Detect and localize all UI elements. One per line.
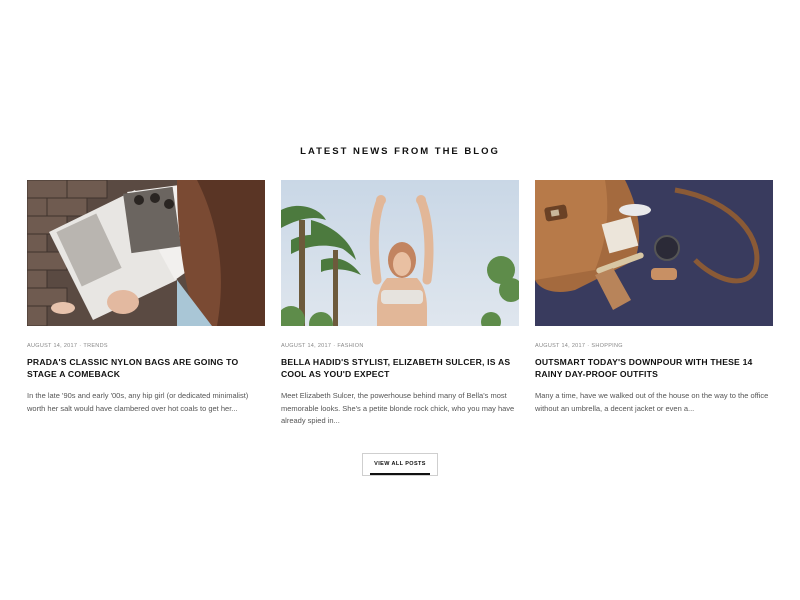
post-excerpt: Many a time, have we walked out of the h… bbox=[535, 391, 769, 413]
blog-grid: AUGUST 14, 2017 · TRENDS PRADA'S CLASSIC N… bbox=[27, 180, 773, 428]
section-title: LATEST NEWS FROM THE BLOG bbox=[300, 146, 500, 157]
post-category-link[interactable]: FASHION bbox=[337, 343, 363, 349]
blog-card: AUGUST 14, 2017 · TRENDS PRADA'S CLASSIC N… bbox=[27, 180, 265, 428]
meta-separator: · bbox=[333, 343, 336, 349]
view-all-posts-label: VIEW ALL POSTS bbox=[374, 461, 426, 467]
post-image-handbag[interactable] bbox=[535, 180, 773, 326]
post-excerpt: In the late '90s and early '00s, any hip… bbox=[27, 391, 249, 413]
woman-sky-photo bbox=[281, 180, 519, 326]
post-title-link[interactable]: OUTSMART TODAY'S DOWNPOUR WITH THESE 14 … bbox=[535, 356, 773, 382]
post-date: AUGUST 14, 2017 bbox=[281, 343, 332, 349]
magazine-photo bbox=[27, 180, 265, 326]
post-image-woman-sky[interactable] bbox=[281, 180, 519, 326]
post-category-link[interactable]: SHOPPING bbox=[591, 343, 622, 349]
post-meta: AUGUST 14, 2017 · FASHION bbox=[281, 342, 519, 350]
meta-separator: · bbox=[587, 343, 590, 349]
blog-card: AUGUST 14, 2017 · FASHION BELLA HADID'S ST… bbox=[281, 180, 519, 428]
post-title-link[interactable]: BELLA HADID'S STYLIST, ELIZABETH SULCER,… bbox=[281, 356, 519, 382]
blog-section: LATEST NEWS FROM THE BLOG AUGUST 14, 201… bbox=[0, 0, 800, 600]
post-meta: AUGUST 14, 2017 · SHOPPING bbox=[535, 342, 773, 350]
meta-separator: · bbox=[79, 343, 82, 349]
view-all-posts-button[interactable]: VIEW ALL POSTS bbox=[362, 453, 438, 476]
button-underline bbox=[370, 473, 430, 475]
post-date: AUGUST 14, 2017 bbox=[27, 343, 78, 349]
post-date: AUGUST 14, 2017 bbox=[535, 343, 586, 349]
post-excerpt: Meet Elizabeth Sulcer, the powerhouse be… bbox=[281, 391, 515, 425]
handbag-photo bbox=[535, 180, 773, 326]
post-image-magazine[interactable] bbox=[27, 180, 265, 326]
post-title-link[interactable]: PRADA'S CLASSIC NYLON BAGS ARE GOING TO … bbox=[27, 356, 265, 382]
post-category-link[interactable]: TRENDS bbox=[83, 343, 107, 349]
post-meta: AUGUST 14, 2017 · TRENDS bbox=[27, 342, 265, 350]
blog-card: AUGUST 14, 2017 · SHOPPING OUTSMART TODAY'… bbox=[535, 180, 773, 428]
